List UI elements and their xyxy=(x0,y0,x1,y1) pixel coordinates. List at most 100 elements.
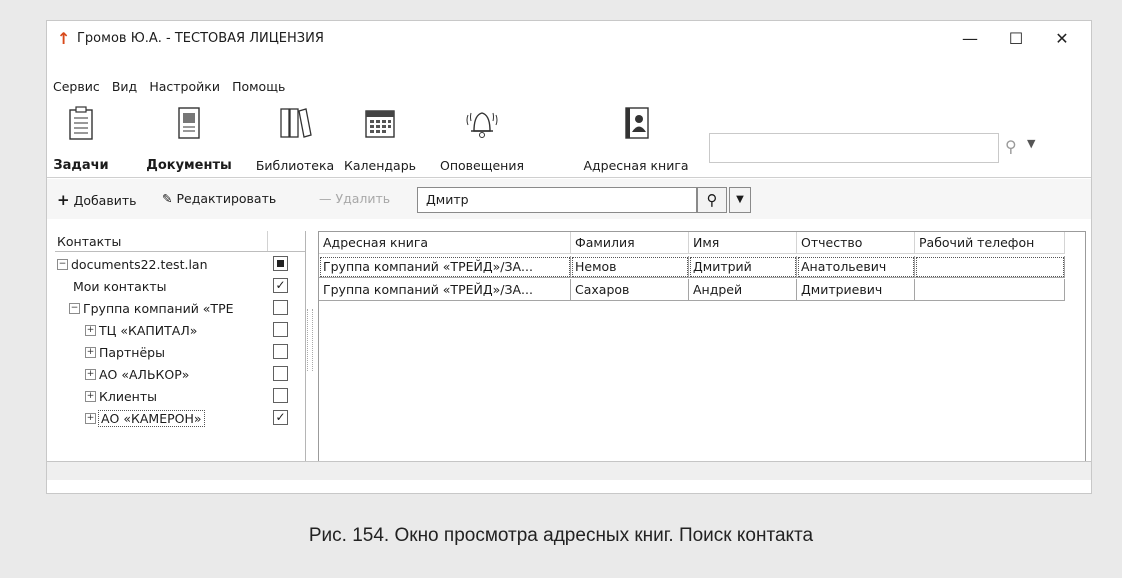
tree-item-label: Мои контакты xyxy=(73,279,167,294)
ribbon-documents-button[interactable]: Документы xyxy=(139,105,239,175)
add-label: Добавить xyxy=(73,193,137,208)
expand-icon[interactable]: + xyxy=(85,325,96,336)
edit-label: Редактировать xyxy=(176,191,277,206)
tree-header: Контакты xyxy=(55,231,305,252)
collapse-icon[interactable]: − xyxy=(57,259,68,270)
search-icon: ⚲ xyxy=(706,191,718,209)
tree-item-checkbox[interactable]: ✓ xyxy=(273,278,288,293)
ribbon-tasks-label: Задачи xyxy=(53,158,109,173)
menu-service[interactable]: Сервис xyxy=(53,79,100,94)
column-header-first-name[interactable]: Имя xyxy=(689,232,797,254)
expand-icon[interactable]: + xyxy=(85,369,96,380)
grid-header: Адресная книга Фамилия Имя Отчество Рабо… xyxy=(319,232,1085,254)
tree-item-label: Клиенты xyxy=(99,389,158,404)
contacts-toolbar: + Добавить ✎ Редактировать — Удалить Дми… xyxy=(47,179,1091,219)
column-header-address-book[interactable]: Адресная книга xyxy=(319,232,571,254)
ribbon-calendar-label: Календарь xyxy=(344,158,416,173)
chevron-down-icon: ▼ xyxy=(736,194,744,205)
global-search-input[interactable] xyxy=(709,133,999,163)
window-title: Громов Ю.А. - ТЕСТОВАЯ ЛИЦЕНЗИЯ xyxy=(77,31,324,46)
delete-button[interactable]: — Удалить xyxy=(319,191,390,206)
cell-first-name: Дмитрий xyxy=(689,256,797,278)
contacts-grid: Адресная книга Фамилия Имя Отчество Рабо… xyxy=(318,231,1086,463)
close-button[interactable]: ✕ xyxy=(1039,25,1085,53)
tree-item-root[interactable]: − documents22.test.lan xyxy=(55,253,305,275)
tree-item-checkbox[interactable] xyxy=(273,366,288,381)
menu-view[interactable]: Вид xyxy=(112,79,137,94)
tree-header-separator xyxy=(267,231,268,251)
tree-item-checkbox[interactable] xyxy=(273,344,288,359)
maximize-button[interactable]: ☐ xyxy=(993,25,1039,53)
ribbon-documents-label: Документы xyxy=(146,158,232,173)
library-icon xyxy=(280,108,312,138)
figure-caption: Рис. 154. Окно просмотра адресных книг. … xyxy=(308,525,814,546)
tree-item-checkbox[interactable]: ✓ xyxy=(273,410,288,425)
tree-item-group-company[interactable]: − Группа компаний «ТРЕ xyxy=(55,297,305,319)
tree-item-label: АО «АЛЬКОР» xyxy=(99,367,190,382)
menu-bar: Сервис Вид Настройки Помощь xyxy=(53,79,293,99)
bell-icon xyxy=(466,112,498,138)
tree-item-checkbox[interactable] xyxy=(273,322,288,337)
cell-first-name: Андрей xyxy=(689,279,797,301)
tree-item-checkbox[interactable] xyxy=(273,256,288,271)
ribbon-tasks-button[interactable]: Задачи xyxy=(53,105,109,175)
add-button[interactable]: + Добавить xyxy=(57,191,136,209)
tree-item-label: АО «КАМЕРОН» xyxy=(98,410,205,427)
menu-settings[interactable]: Настройки xyxy=(149,79,220,94)
app-window: ↑ Громов Ю.А. - ТЕСТОВАЯ ЛИЦЕНЗИЯ — ☐ ✕ … xyxy=(46,20,1092,494)
plus-icon: + xyxy=(57,191,70,209)
column-header-patronymic[interactable]: Отчество xyxy=(797,232,915,254)
menu-help[interactable]: Помощь xyxy=(232,79,285,94)
app-logo-icon: ↑ xyxy=(57,29,71,48)
ribbon-address-book-label: Адресная книга xyxy=(583,158,689,173)
tree-item-partners[interactable]: + Партнёры xyxy=(55,341,305,363)
contact-search-button[interactable]: ⚲ xyxy=(697,187,727,213)
tree-item-my-contacts[interactable]: Мои контакты ✓ xyxy=(55,275,305,297)
pencil-icon: ✎ xyxy=(162,191,173,206)
search-options-dropdown[interactable]: ▼ xyxy=(729,187,751,213)
column-header-last-name[interactable]: Фамилия xyxy=(571,232,689,254)
tree-item-label: ТЦ «КАПИТАЛ» xyxy=(99,323,198,338)
tree-item-cameron[interactable]: + АО «КАМЕРОН» ✓ xyxy=(55,407,305,429)
cell-last-name: Сахаров xyxy=(571,279,689,301)
search-icon[interactable]: ⚲ xyxy=(1005,137,1017,156)
tree-item-checkbox[interactable] xyxy=(273,300,288,315)
ribbon-calendar-button[interactable]: Календарь xyxy=(335,105,425,175)
minus-icon: — xyxy=(319,191,332,206)
minimize-button[interactable]: — xyxy=(947,25,993,53)
column-header-work-phone[interactable]: Рабочий телефон xyxy=(915,232,1065,254)
address-book-icon xyxy=(625,107,649,139)
expand-icon[interactable]: + xyxy=(85,347,96,358)
ribbon-library-button[interactable]: Библиотека xyxy=(255,105,335,175)
edit-button[interactable]: ✎ Редактировать xyxy=(162,191,276,206)
expand-icon[interactable]: + xyxy=(85,391,96,402)
collapse-icon[interactable]: − xyxy=(69,303,80,314)
tree-item-clients[interactable]: + Клиенты xyxy=(55,385,305,407)
contact-search-input[interactable]: Дмитр xyxy=(417,187,697,213)
table-row[interactable]: Группа компаний «ТРЕЙД»/ЗА... Сахаров Ан… xyxy=(319,279,1085,301)
cell-work-phone xyxy=(915,256,1065,278)
chevron-down-icon[interactable]: ▼ xyxy=(1027,137,1035,150)
ribbon-notifications-button[interactable]: Оповещения xyxy=(427,105,537,175)
table-row[interactable]: Группа компаний «ТРЕЙД»/ЗА... Немов Дмит… xyxy=(319,256,1085,278)
expand-icon[interactable]: + xyxy=(85,413,96,424)
documents-icon xyxy=(178,107,200,139)
tree-item-label: documents22.test.lan xyxy=(71,257,208,272)
tree-header-label: Контакты xyxy=(57,234,122,249)
cell-address-book: Группа компаний «ТРЕЙД»/ЗА... xyxy=(319,279,571,301)
delete-label: Удалить xyxy=(335,191,391,206)
tree-item-label: Партнёры xyxy=(99,345,165,360)
tree-item-alkor[interactable]: + АО «АЛЬКОР» xyxy=(55,363,305,385)
tree-item-label: Группа компаний «ТРЕ xyxy=(83,301,234,316)
calendar-icon xyxy=(365,110,395,138)
tree-item-capital[interactable]: + ТЦ «КАПИТАЛ» xyxy=(55,319,305,341)
status-bar xyxy=(47,461,1091,480)
splitter-handle[interactable] xyxy=(307,309,313,371)
tree-item-checkbox[interactable] xyxy=(273,388,288,403)
ribbon-library-label: Библиотека xyxy=(255,158,335,173)
cell-last-name: Немов xyxy=(571,256,689,278)
ribbon-address-book-button[interactable]: Адресная книга xyxy=(577,105,695,175)
title-bar: ↑ Громов Ю.А. - ТЕСТОВАЯ ЛИЦЕНЗИЯ — ☐ ✕ xyxy=(47,21,1091,57)
cell-patronymic: Анатольевич xyxy=(797,256,915,278)
contacts-tree: Контакты − documents22.test.lan Мои конт… xyxy=(55,231,306,463)
